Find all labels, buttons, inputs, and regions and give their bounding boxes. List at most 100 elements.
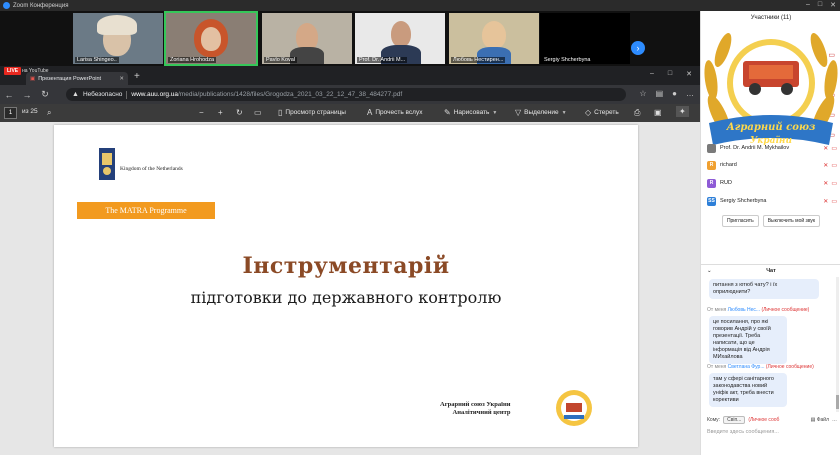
organization-name: Аграрний союз України Аналітичний центр bbox=[440, 401, 510, 417]
divider bbox=[126, 90, 128, 99]
url-input[interactable]: ▲ Небезопасно www.auu.org.ua/media/publi… bbox=[66, 88, 626, 101]
read-aloud-button[interactable]: A Прочесть вслух bbox=[367, 108, 422, 117]
agrarian-union-wreath-logo: Аграрний союз України bbox=[704, 32, 838, 146]
close-tab-icon[interactable]: ✕ bbox=[119, 76, 124, 82]
camera-off-icon[interactable]: ▭ bbox=[831, 162, 837, 169]
invite-button[interactable]: Пригласить bbox=[721, 215, 759, 227]
page-view-icon: ▯ bbox=[278, 108, 283, 117]
file-button[interactable]: ▤ Файл bbox=[811, 417, 829, 423]
chat-scrollbar[interactable] bbox=[836, 277, 839, 412]
matra-banner: The MATRA Programme bbox=[77, 202, 215, 219]
video-tile[interactable]: Larisa Shingeo.. bbox=[73, 13, 163, 64]
private-label: (Личное сообщение) bbox=[761, 307, 810, 313]
private-label: (Личное сооб bbox=[748, 417, 780, 423]
sender-name[interactable]: Светлана Фур... bbox=[728, 364, 765, 370]
minimize-icon[interactable]: – bbox=[806, 1, 810, 9]
browser-toolbar-icons: ☆ ▤ ● … bbox=[639, 89, 694, 98]
camera-off-icon[interactable]: ▭ bbox=[831, 198, 837, 205]
collections-icon[interactable]: ▤ bbox=[656, 89, 664, 98]
insecure-label: Небезопасно bbox=[82, 91, 123, 98]
reload-icon[interactable]: ↻ bbox=[36, 89, 54, 100]
camera-off-icon[interactable]: ▭ bbox=[831, 180, 837, 187]
page-number-input[interactable]: 1 bbox=[4, 107, 17, 119]
back-icon[interactable]: ← bbox=[0, 90, 18, 100]
browser-window-controls: – □ ✕ bbox=[650, 70, 692, 78]
browser-tab[interactable]: ▣ Презентация PowerPoint ✕ bbox=[26, 72, 128, 85]
chevron-down-icon[interactable]: ⌄ bbox=[707, 265, 712, 277]
more-icon[interactable]: … bbox=[832, 417, 837, 423]
participant-row[interactable]: Prof. Dr. Andrii M. Mykhailov ✕ ▭ bbox=[707, 142, 837, 154]
mute-all-button[interactable]: Выключить мой звук bbox=[762, 215, 821, 227]
chat-sender-line: От меня Светлана Фур... (Личное сообщени… bbox=[707, 364, 814, 370]
zoom-out-icon[interactable]: − bbox=[199, 108, 204, 117]
sender-prefix: От меня bbox=[707, 307, 727, 313]
rotate-icon[interactable]: ↻ bbox=[236, 108, 243, 117]
participant-row[interactable]: SS Sergiy Shcherbyna ✕ ▭ bbox=[707, 195, 837, 207]
erase-button[interactable]: ◇ Стереть bbox=[585, 108, 619, 117]
video-tile[interactable]: Sergiy Shcherbyna bbox=[540, 13, 630, 64]
agrarian-union-logo-icon bbox=[556, 390, 592, 426]
live-badge: LIVE bbox=[4, 67, 22, 75]
tab-bar: LIVE на YouTube ▣ Презентация PowerPoint… bbox=[0, 66, 700, 85]
save-icon[interactable]: ▣ bbox=[654, 108, 662, 117]
fit-page-icon[interactable]: ▭ bbox=[254, 108, 262, 117]
video-tile[interactable]: Pavlo Koval bbox=[262, 13, 352, 64]
mic-muted-icon[interactable]: ✕ bbox=[823, 162, 828, 169]
participant-name: RUD bbox=[720, 180, 732, 186]
video-tile[interactable]: Prof. Dr. Andrii M... bbox=[355, 13, 445, 64]
video-tile-active-speaker[interactable]: Zoriana Hrohodza bbox=[164, 11, 258, 66]
participant-row[interactable]: R RUD ✕ ▭ bbox=[707, 177, 837, 189]
mic-muted-icon[interactable]: ✕ bbox=[823, 198, 828, 205]
highlighter-icon: ▽ bbox=[515, 108, 522, 117]
profile-icon[interactable]: ● bbox=[672, 89, 677, 98]
chat-input[interactable]: Введите здесь сообщения... bbox=[707, 429, 835, 435]
address-bar-row: ← → ↻ ▲ Небезопасно www.auu.org.ua/media… bbox=[0, 85, 700, 104]
draw-label: Нарисовать bbox=[453, 109, 490, 116]
participant-name: Prof. Dr. Andrii M... bbox=[357, 57, 408, 63]
sender-name[interactable]: Любовь Нес... bbox=[728, 307, 760, 313]
participant-name: Prof. Dr. Andrii M. Mykhailov bbox=[720, 145, 790, 151]
mic-muted-icon[interactable]: ✕ bbox=[823, 145, 828, 152]
pin-icon[interactable]: ✦ bbox=[676, 106, 689, 117]
page-view-button[interactable]: ▯ Просмотр страницы bbox=[278, 108, 346, 117]
tab-title: Презентация PowerPoint bbox=[38, 75, 102, 82]
avatar bbox=[707, 143, 716, 153]
close-icon[interactable]: ✕ bbox=[686, 70, 692, 78]
maximize-icon[interactable]: □ bbox=[668, 70, 672, 78]
participants-count: (11) bbox=[781, 15, 792, 21]
participant-name: Larisa Shingeo.. bbox=[75, 57, 119, 63]
to-label: Кому: bbox=[707, 417, 721, 423]
forward-icon[interactable]: → bbox=[18, 90, 36, 100]
next-page-arrow-icon[interactable]: › bbox=[631, 41, 645, 55]
print-icon[interactable]: ⎙ bbox=[634, 108, 640, 118]
pdf-icon: ▣ bbox=[30, 75, 36, 82]
close-icon[interactable]: ✕ bbox=[830, 1, 836, 9]
more-icon[interactable]: … bbox=[686, 89, 694, 98]
zoom-in-icon[interactable]: + bbox=[218, 108, 223, 117]
sender-prefix: От меня bbox=[707, 364, 727, 370]
slide-subtitle: підготовки до державного контролю bbox=[190, 288, 502, 307]
browser-window: LIVE на YouTube ▣ Презентация PowerPoint… bbox=[0, 66, 700, 455]
mic-muted-icon[interactable]: ✕ bbox=[823, 180, 828, 187]
participant-name: Zoriana Hrohodza bbox=[168, 57, 217, 63]
new-tab-icon[interactable]: + bbox=[134, 71, 140, 82]
highlight-label: Выделение bbox=[524, 109, 559, 116]
highlight-button[interactable]: ▽ Выделение ▼ bbox=[515, 108, 567, 117]
maximize-icon[interactable]: □ bbox=[818, 1, 822, 9]
participant-row[interactable]: R richard ✕ ▭ bbox=[707, 159, 837, 171]
wreath-text-1: Аграрний союз bbox=[726, 122, 816, 133]
participant-name: Любовь Нестирен... bbox=[451, 57, 506, 63]
search-icon[interactable]: ⌕ bbox=[47, 108, 51, 118]
scrollbar-thumb[interactable] bbox=[836, 395, 839, 409]
read-aloud-label: Прочесть вслух bbox=[375, 109, 423, 116]
private-label: (Личное сообщение) bbox=[765, 364, 814, 370]
recipient-select[interactable]: Свіп... bbox=[723, 416, 746, 424]
bookmark-star-icon[interactable]: ☆ bbox=[639, 89, 646, 98]
erase-label: Стереть bbox=[594, 109, 619, 116]
camera-off-icon[interactable]: ▭ bbox=[831, 145, 837, 152]
minimize-icon[interactable]: – bbox=[650, 70, 654, 78]
file-label: Файл bbox=[816, 417, 829, 423]
draw-button[interactable]: ✎ Нарисовать ▼ bbox=[444, 108, 497, 117]
url-host: www.auu.org.ua bbox=[131, 91, 179, 98]
video-tile[interactable]: Любовь Нестирен... bbox=[449, 13, 539, 64]
